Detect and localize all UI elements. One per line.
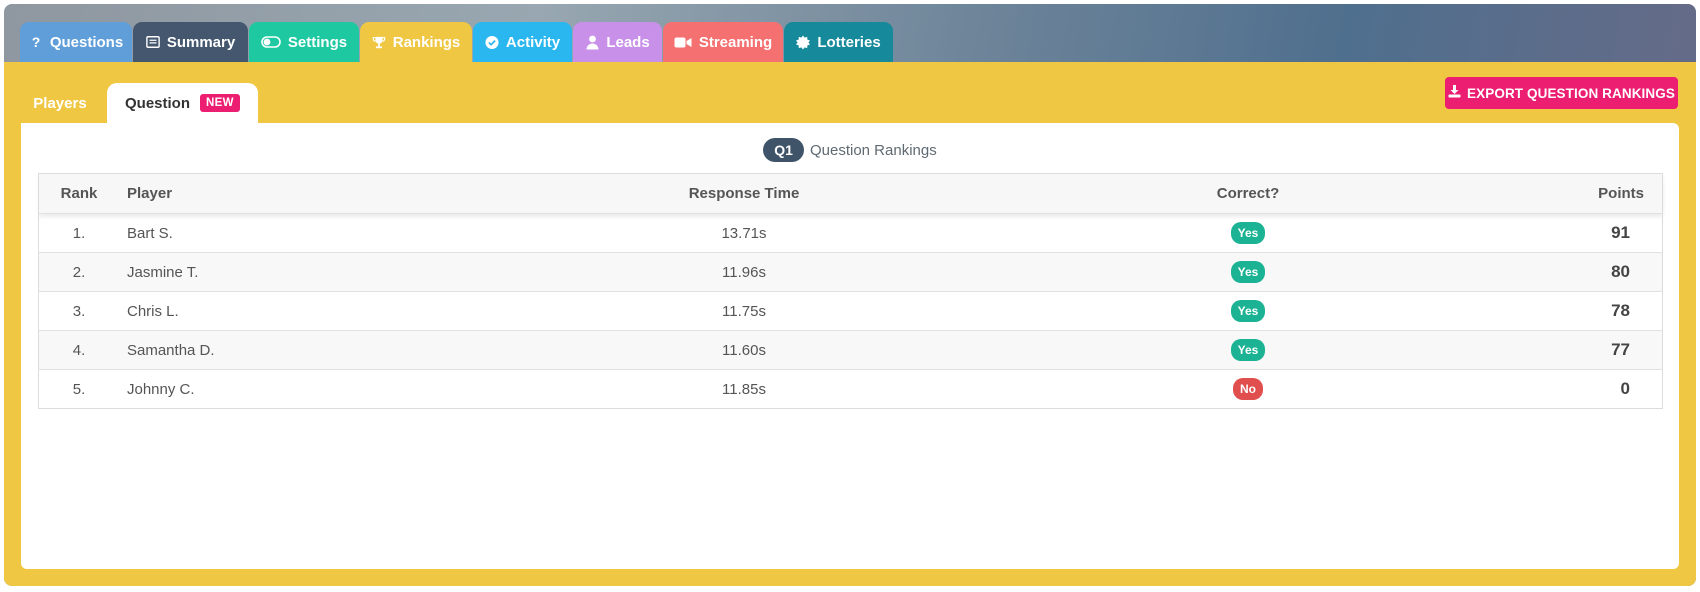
correct-yes-badge: Yes (1230, 339, 1266, 361)
correct-cell: No (1031, 370, 1465, 409)
correct-cell: Yes (1031, 331, 1465, 370)
question-number-badge: Q1 (763, 138, 804, 162)
export-question-rankings-button[interactable]: EXPORT QUESTION RANKINGS (1445, 77, 1678, 109)
tab-rankings[interactable]: Rankings (360, 22, 472, 62)
table-row: 5. Johnny C. 11.85s No 0 (38, 369, 1663, 409)
table-header-row: Rank Player Response Time Correct? Point… (38, 173, 1663, 214)
header-points[interactable]: Points (1465, 174, 1663, 214)
question-icon: ? (29, 35, 43, 49)
table-row: 3. Chris L. 11.75s Yes 78 (38, 291, 1663, 331)
table-row: 2. Jasmine T. 11.96s Yes 80 (38, 252, 1663, 292)
response-time-cell: 13.71s (721, 224, 767, 242)
badge-icon (796, 35, 811, 49)
video-icon (674, 35, 692, 49)
toggle-icon (261, 35, 281, 49)
tab-streaming[interactable]: Streaming (663, 22, 783, 62)
table-row: 1. Bart S. 13.71s Yes 91 (38, 213, 1663, 253)
tab-leads[interactable]: Leads (573, 22, 662, 62)
tab-summary[interactable]: Summary (133, 22, 248, 62)
check-circle-icon (485, 35, 499, 49)
points-cell: 0 (1620, 379, 1630, 398)
export-button-label: EXPORT QUESTION RANKINGS (1467, 85, 1675, 101)
header-rank[interactable]: Rank (39, 174, 120, 214)
correct-cell: Yes (1031, 292, 1465, 331)
tab-settings[interactable]: Settings (249, 22, 359, 62)
tab-activity[interactable]: Activity (473, 22, 572, 62)
rank-cell: 2. (72, 263, 86, 281)
rank-cell: 1. (72, 224, 86, 242)
player-cell: Johnny C. (127, 380, 195, 398)
panel-title: Q1 Question Rankings (21, 138, 1679, 162)
main-tab-bar: ? Questions Summary Settings Rankings Ac… (4, 4, 1696, 62)
header-correct[interactable]: Correct? (1031, 174, 1465, 214)
points-cell: 80 (1611, 262, 1630, 281)
correct-yes-badge: Yes (1230, 300, 1266, 322)
player-cell: Samantha D. (127, 341, 215, 359)
response-time-cell: 11.75s (722, 302, 766, 320)
response-time-cell: 11.96s (722, 263, 766, 281)
points-cell: 91 (1611, 223, 1630, 242)
player-cell: Chris L. (127, 302, 179, 320)
player-cell: Bart S. (127, 224, 173, 242)
table-row: 4. Samantha D. 11.60s Yes 77 (38, 330, 1663, 370)
correct-yes-badge: Yes (1230, 261, 1266, 283)
panel-title-text: Question Rankings (809, 141, 937, 159)
rank-cell: 4. (72, 341, 86, 359)
subtab-players[interactable]: Players (20, 83, 100, 123)
svg-text:?: ? (32, 35, 41, 49)
header-player[interactable]: Player (119, 174, 457, 214)
subtab-question[interactable]: Question NEW (107, 83, 258, 123)
response-time-cell: 11.60s (722, 341, 766, 359)
correct-cell: Yes (1031, 253, 1465, 292)
subtab-question-label: Question (125, 94, 191, 112)
correct-cell: Yes (1031, 214, 1465, 253)
app-window: ? Questions Summary Settings Rankings Ac… (4, 4, 1696, 586)
points-cell: 78 (1611, 301, 1630, 320)
tab-questions[interactable]: ? Questions (20, 22, 132, 62)
response-time-cell: 11.85s (722, 380, 766, 398)
new-badge: NEW (200, 94, 240, 112)
tab-lotteries[interactable]: Lotteries (784, 22, 893, 62)
rankings-content: Players Question NEW EXPORT QUESTION RAN… (4, 62, 1696, 586)
rank-cell: 3. (72, 302, 86, 320)
correct-no-badge: No (1233, 378, 1263, 400)
rankings-table: Rank Player Response Time Correct? Point… (38, 173, 1663, 409)
rank-cell: 5. (72, 380, 86, 398)
trophy-icon (372, 35, 386, 49)
question-rankings-panel: Q1 Question Rankings Rank Player Respons… (21, 123, 1679, 569)
user-icon (585, 35, 599, 49)
list-icon (145, 35, 160, 49)
download-icon (1448, 85, 1461, 101)
points-cell: 77 (1611, 340, 1630, 359)
header-response-time[interactable]: Response Time (457, 174, 1031, 214)
player-cell: Jasmine T. (127, 263, 199, 281)
correct-yes-badge: Yes (1230, 222, 1266, 244)
